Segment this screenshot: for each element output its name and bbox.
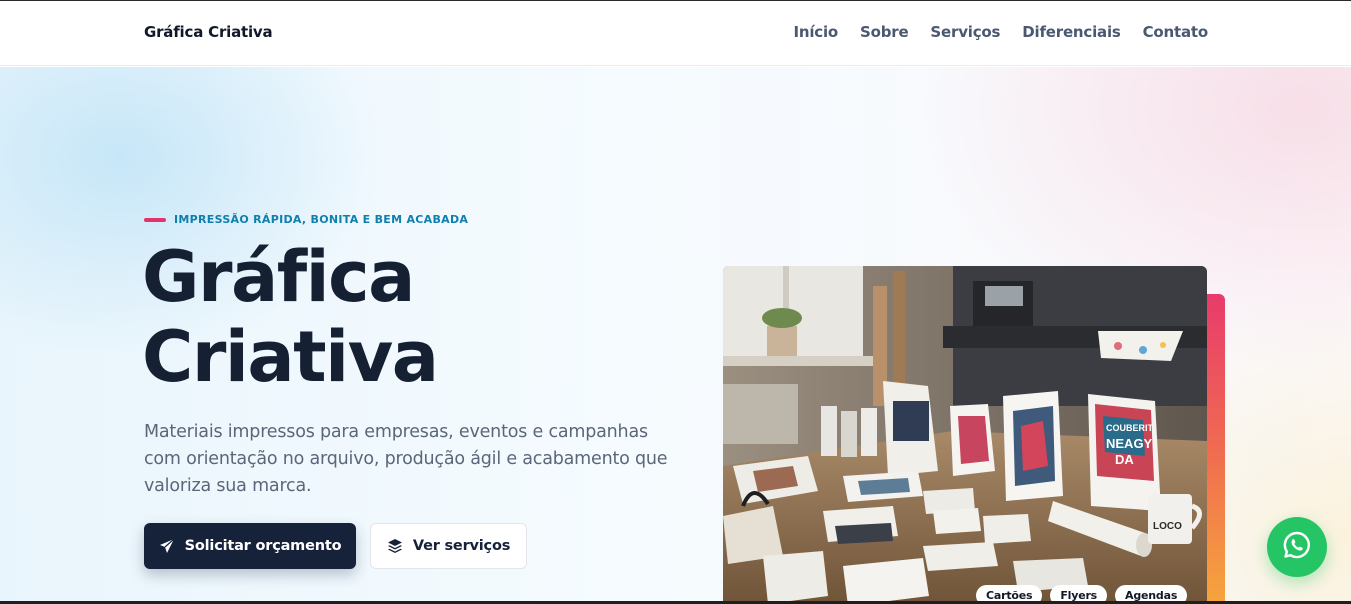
whatsapp-icon bbox=[1281, 529, 1313, 565]
print-shop-illustration: COUBERIT NEAGY DA LOCO bbox=[723, 266, 1207, 601]
nav-link-sobre[interactable]: Sobre bbox=[860, 23, 909, 41]
mug-text: LOCO bbox=[1153, 521, 1182, 532]
calendar-text-3: DA bbox=[1115, 452, 1134, 467]
hero-title: Gráfica Criativa bbox=[142, 237, 662, 397]
nav-link-diferenciais[interactable]: Diferenciais bbox=[1022, 23, 1121, 41]
hero-section: IMPRESSÃO RÁPIDA, BONITA E BEM ACABADA G… bbox=[0, 67, 1351, 601]
hero-photo: COUBERIT NEAGY DA LOCO bbox=[723, 266, 1207, 601]
category-tags: Cartões Flyers Agendas bbox=[976, 585, 1195, 601]
tag-flyers[interactable]: Flyers bbox=[1050, 585, 1108, 601]
nav-link-servicos[interactable]: Serviços bbox=[930, 23, 1000, 41]
site-header: Gráfica Criativa Início Sobre Serviços D… bbox=[0, 2, 1351, 66]
tag-cartoes[interactable]: Cartões bbox=[976, 585, 1043, 601]
view-services-button[interactable]: Ver serviços bbox=[370, 523, 527, 569]
view-services-label: Ver serviços bbox=[412, 538, 511, 554]
paper-plane-icon bbox=[159, 538, 175, 554]
hero-description: Materiais impressos para empresas, event… bbox=[144, 422, 668, 496]
brand-logo[interactable]: Gráfica Criativa bbox=[144, 23, 273, 41]
hero-title-line-1: Gráfica bbox=[142, 236, 415, 318]
nav-link-inicio[interactable]: Início bbox=[793, 23, 838, 41]
tag-agendas[interactable]: Agendas bbox=[1115, 585, 1188, 601]
eyebrow-text: IMPRESSÃO RÁPIDA, BONITA E BEM ACABADA bbox=[174, 213, 469, 226]
main-nav: Início Sobre Serviços Diferenciais Conta… bbox=[771, 23, 1208, 41]
request-quote-label: Solicitar orçamento bbox=[184, 538, 342, 554]
nav-link-contato[interactable]: Contato bbox=[1143, 23, 1209, 41]
eyebrow-accent-bar bbox=[144, 217, 166, 222]
calendar-text-1: COUBERIT bbox=[1106, 423, 1154, 433]
whatsapp-button[interactable] bbox=[1267, 517, 1327, 577]
calendar-text-2: NEAGY bbox=[1106, 436, 1153, 451]
hero-title-line-2: Criativa bbox=[142, 316, 439, 398]
hero-eyebrow: IMPRESSÃO RÁPIDA, BONITA E BEM ACABADA bbox=[144, 213, 468, 226]
request-quote-button[interactable]: Solicitar orçamento bbox=[144, 523, 356, 569]
layers-icon bbox=[387, 538, 403, 554]
